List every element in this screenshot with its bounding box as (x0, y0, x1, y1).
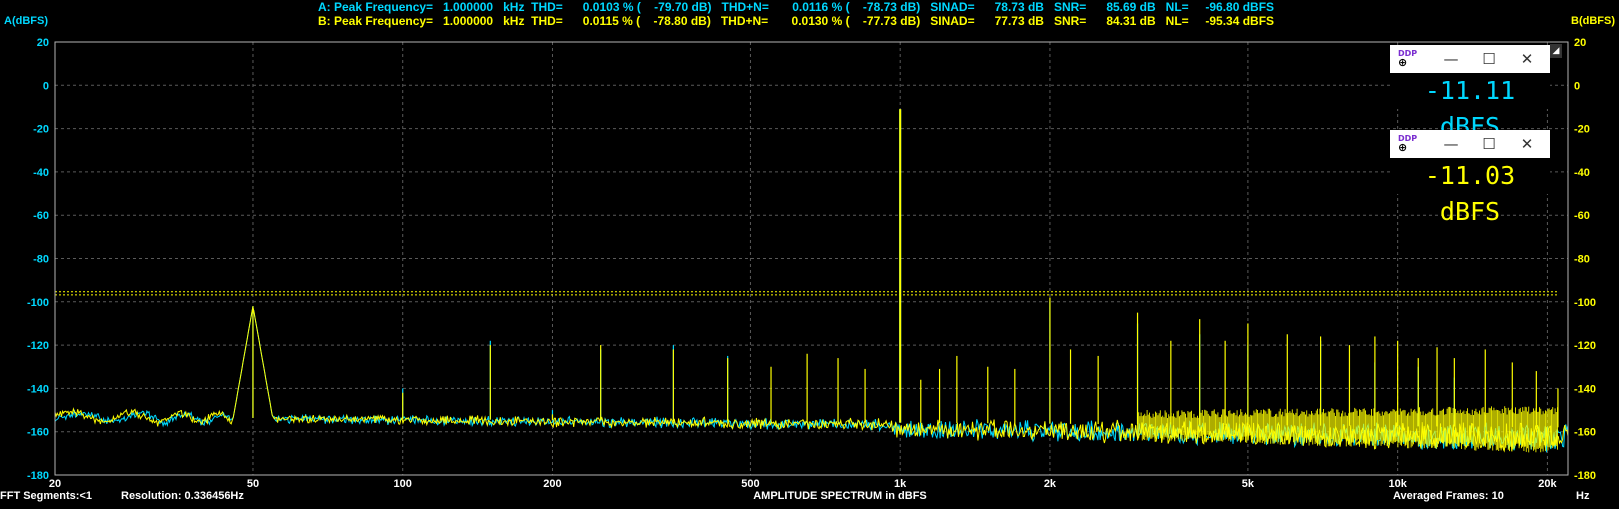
x-tick-label: 10k (1388, 478, 1407, 490)
y-tick-label-left: -180 (27, 470, 49, 482)
x-tick-label: 20k (1538, 478, 1557, 490)
maximize-button[interactable]: ☐ (1470, 47, 1508, 71)
x-tick-label: 50 (247, 478, 259, 490)
x-tick-label: 20 (49, 478, 61, 490)
minimize-button[interactable]: — (1432, 47, 1470, 71)
x-tick-label: 2k (1044, 478, 1057, 490)
magnifier-icon: ⊕ (1398, 56, 1408, 69)
maximize-button[interactable]: ☐ (1470, 132, 1508, 156)
channel-a-level-readout: -11.11 dBFS (1424, 76, 1516, 141)
y-tick-label-left: -40 (33, 167, 49, 179)
y-tick-label-right: -140 (1574, 383, 1596, 395)
close-button[interactable]: ✕ (1508, 47, 1546, 71)
channel-b-window-titlebar[interactable]: DDP ⊕ — ☐ ✕ (1390, 130, 1550, 158)
y-tick-label-right: -80 (1574, 254, 1590, 266)
resize-handle-icon[interactable]: ◢ (1550, 44, 1562, 58)
channel-b-level-window[interactable]: DDP ⊕ — ☐ ✕ -11.03 dBFS (1390, 130, 1550, 226)
y-axis-left-label: A(dBFS) (4, 15, 48, 27)
x-tick-label: 100 (394, 478, 412, 490)
averaged-frames-label: Averaged Frames: 10 (1393, 490, 1504, 502)
y-tick-label-left: 20 (37, 37, 49, 49)
resolution-label: Resolution: 0.336456Hz (121, 490, 244, 502)
channel-a-window-titlebar[interactable]: DDP ⊕ — ☐ ✕ (1390, 45, 1550, 73)
y-tick-label-right: 20 (1574, 37, 1586, 49)
y-tick-label-right: -160 (1574, 427, 1596, 439)
channel-b-level-readout: -11.03 dBFS (1424, 161, 1516, 226)
fft-segments-label: FFT Segments:<1 (0, 490, 92, 502)
channel-a-measurements: A: Peak Frequency= 1.000000 kHz THD= 0.0… (318, 0, 1275, 14)
ddp-app-icon: DDP ⊕ (1398, 134, 1418, 154)
y-tick-label-right: -120 (1574, 340, 1596, 352)
ddp-app-icon: DDP ⊕ (1398, 49, 1418, 69)
minimize-button[interactable]: — (1432, 132, 1470, 156)
y-tick-label-left: -140 (27, 383, 49, 395)
y-tick-label-right: 0 (1574, 80, 1580, 92)
y-tick-label-left: -160 (27, 427, 49, 439)
y-tick-label-right: -180 (1574, 470, 1596, 482)
y-tick-label-left: -60 (33, 210, 49, 222)
y-tick-label-left: -100 (27, 297, 49, 309)
y-tick-label-left: -120 (27, 340, 49, 352)
y-tick-label-right: -40 (1574, 167, 1590, 179)
channel-a-level-window[interactable]: DDP ⊕ — ☐ ✕ -11.11 dBFS (1390, 45, 1550, 141)
x-tick-label: 500 (741, 478, 759, 490)
channel-b-measurements: B: Peak Frequency= 1.000000 kHz THD= 0.0… (318, 14, 1275, 28)
y-tick-label-left: 0 (43, 80, 49, 92)
close-button[interactable]: ✕ (1508, 132, 1546, 156)
y-tick-label-left: -20 (33, 124, 49, 136)
y-tick-label-right: -20 (1574, 124, 1590, 136)
magnifier-icon: ⊕ (1398, 141, 1408, 154)
y-axis-right-label: B(dBFS) (1571, 15, 1615, 27)
x-tick-label: 5k (1242, 478, 1255, 490)
x-tick-label: 1k (894, 478, 907, 490)
chart-title: AMPLITUDE SPECTRUM in dBFS (753, 490, 927, 502)
y-tick-label-left: -80 (33, 254, 49, 266)
y-tick-label-right: -60 (1574, 210, 1590, 222)
x-axis-unit-label: Hz (1576, 490, 1590, 502)
x-tick-label: 200 (543, 478, 561, 490)
y-tick-label-right: -100 (1574, 297, 1596, 309)
spectrum-chart: 200-20-40-60-80-100-120-140-160-180 200-… (0, 0, 1619, 509)
